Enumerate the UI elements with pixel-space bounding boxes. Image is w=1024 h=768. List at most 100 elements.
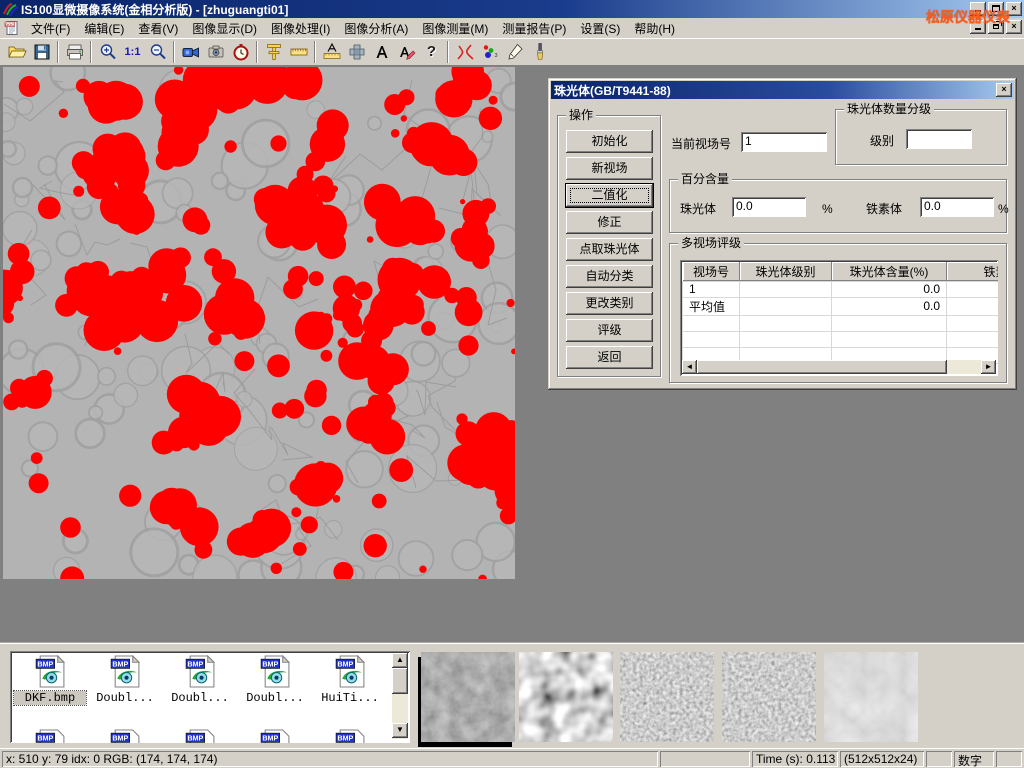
cell-grade[interactable] bbox=[740, 281, 832, 297]
col-pearlite-grade[interactable]: 珠光体级别 bbox=[740, 262, 832, 281]
thumbnail-5[interactable] bbox=[824, 652, 918, 742]
text-tool-button[interactable] bbox=[369, 40, 394, 64]
micrograph-image[interactable] bbox=[3, 67, 515, 579]
vscroll-thumb[interactable] bbox=[392, 668, 408, 694]
video-capture-button[interactable] bbox=[178, 40, 203, 64]
auto-classify-button[interactable]: 自动分类 bbox=[566, 265, 653, 288]
file-item-partial[interactable]: BMP bbox=[14, 729, 86, 743]
file-item-partial[interactable]: BMP bbox=[164, 729, 236, 743]
print-button[interactable] bbox=[62, 40, 87, 64]
help-button[interactable]: ? bbox=[419, 40, 444, 64]
help-icon: ? bbox=[427, 43, 436, 60]
thumbnail-3[interactable] bbox=[620, 652, 714, 742]
classify-tool-button[interactable]: 3 bbox=[477, 40, 502, 64]
pick-pearlite-button[interactable]: 点取珠光体 bbox=[566, 238, 653, 261]
col-pearlite-pct[interactable]: 珠光体含量(%) bbox=[832, 262, 947, 281]
grade-input[interactable] bbox=[906, 129, 972, 149]
menu-image-display[interactable]: 图像显示(D) bbox=[185, 18, 264, 39]
actual-size-button[interactable]: 1:1 bbox=[120, 40, 145, 64]
colored-dots-icon: 3 bbox=[480, 42, 500, 62]
current-view-input[interactable]: 1 bbox=[741, 132, 827, 152]
file-item[interactable]: BMP HuiTi... bbox=[314, 655, 386, 705]
hscroll-thumb[interactable] bbox=[697, 360, 947, 374]
table-hscrollbar[interactable]: ◄ ► bbox=[682, 360, 996, 374]
initialize-button[interactable]: 初始化 bbox=[566, 130, 653, 153]
thumbnail-4[interactable] bbox=[722, 652, 816, 742]
correct-button[interactable]: 修正 bbox=[566, 211, 653, 234]
menu-file[interactable]: 文件(F) bbox=[24, 18, 77, 39]
dialog-close-icon: × bbox=[1001, 84, 1006, 94]
col-ferrite[interactable]: 铁素体 bbox=[947, 262, 999, 281]
thumbnail-2[interactable] bbox=[519, 652, 613, 742]
file-name[interactable]: Doubl... bbox=[239, 691, 311, 705]
scroll-left-icon[interactable]: ◄ bbox=[682, 360, 697, 374]
menu-image-measure[interactable]: 图像测量(M) bbox=[415, 18, 495, 39]
ruler-button[interactable] bbox=[286, 40, 311, 64]
table-row[interactable]: 平均值 0.0 bbox=[683, 297, 999, 315]
close-button[interactable]: × bbox=[1006, 2, 1022, 16]
bmp-file-icon: BMP bbox=[109, 729, 142, 743]
col-field-no[interactable]: 视场号 bbox=[683, 262, 740, 281]
minimize-button[interactable] bbox=[970, 2, 986, 16]
zoom-out-button[interactable] bbox=[145, 40, 170, 64]
file-item[interactable]: BMP Doubl... bbox=[239, 655, 311, 705]
scroll-down-icon[interactable]: ▼ bbox=[392, 723, 408, 738]
open-button[interactable] bbox=[4, 40, 29, 64]
file-item[interactable]: BMP Doubl... bbox=[89, 655, 161, 705]
new-field-button[interactable]: 新视场 bbox=[566, 157, 653, 180]
snapshot-button[interactable] bbox=[203, 40, 228, 64]
file-item-partial[interactable]: BMP bbox=[314, 729, 386, 743]
menu-image-processing[interactable]: 图像处理(I) bbox=[264, 18, 337, 39]
cell-field-no[interactable]: 平均值 bbox=[683, 297, 740, 315]
file-name[interactable]: Doubl... bbox=[164, 691, 236, 705]
mdi-restore-button[interactable] bbox=[988, 20, 1004, 34]
timer-button[interactable] bbox=[228, 40, 253, 64]
cell-ferrite[interactable] bbox=[947, 297, 999, 315]
vscroll-track[interactable] bbox=[392, 694, 408, 723]
rate-button[interactable]: 评级 bbox=[566, 319, 653, 342]
caliper-button[interactable] bbox=[261, 40, 286, 64]
file-name[interactable]: DKF.bmp bbox=[14, 691, 86, 705]
mdi-close-button[interactable]: × bbox=[1006, 20, 1022, 34]
hscroll-track[interactable] bbox=[947, 360, 981, 374]
file-name[interactable]: HuiTi... bbox=[314, 691, 386, 705]
file-list-vscrollbar[interactable]: ▲ ▼ bbox=[392, 653, 408, 739]
menu-edit[interactable]: 编辑(E) bbox=[77, 18, 131, 39]
file-item[interactable]: BMP DKF.bmp bbox=[14, 655, 86, 705]
ferrite-percent-input[interactable]: 0.0 bbox=[920, 197, 994, 217]
menu-measure-report[interactable]: 测量报告(P) bbox=[495, 18, 573, 39]
mdi-minimize-button[interactable] bbox=[970, 20, 986, 34]
scroll-up-icon[interactable]: ▲ bbox=[392, 653, 408, 668]
file-item[interactable]: BMP Doubl... bbox=[164, 655, 236, 705]
cell-field-no[interactable]: 1 bbox=[683, 281, 740, 297]
annotate-tool-button[interactable] bbox=[394, 40, 419, 64]
pearlite-percent-input[interactable]: 0.0 bbox=[732, 197, 806, 217]
change-class-button[interactable]: 更改类别 bbox=[566, 292, 653, 315]
cell-grade[interactable] bbox=[740, 297, 832, 315]
scroll-right-icon[interactable]: ► bbox=[981, 360, 996, 374]
save-button[interactable] bbox=[29, 40, 54, 64]
binarize-button[interactable]: 二值化 bbox=[566, 184, 653, 207]
table-row[interactable]: 1 0.0 bbox=[683, 281, 999, 297]
dialog-close-button[interactable]: × bbox=[996, 83, 1012, 97]
file-name[interactable]: Doubl... bbox=[89, 691, 161, 705]
file-item-partial[interactable]: BMP bbox=[89, 729, 161, 743]
cell-pct[interactable]: 0.0 bbox=[832, 281, 947, 297]
measure-grid-button[interactable] bbox=[344, 40, 369, 64]
menu-view[interactable]: 查看(V) bbox=[131, 18, 185, 39]
pen-tool-button[interactable] bbox=[502, 40, 527, 64]
curve-tool-button[interactable] bbox=[452, 40, 477, 64]
menu-settings[interactable]: 设置(S) bbox=[573, 18, 627, 39]
menu-help[interactable]: 帮助(H) bbox=[627, 18, 682, 39]
return-button[interactable]: 返回 bbox=[566, 346, 653, 369]
zoom-in-button[interactable] bbox=[95, 40, 120, 64]
cell-pct[interactable]: 0.0 bbox=[832, 297, 947, 315]
dialog-title-bar[interactable]: 珠光体(GB/T9441-88) × bbox=[551, 81, 1014, 99]
cell-ferrite[interactable] bbox=[947, 281, 999, 297]
menu-image-analysis[interactable]: 图像分析(A) bbox=[337, 18, 415, 39]
file-item-partial[interactable]: BMP bbox=[239, 729, 311, 743]
brush-tool-button[interactable] bbox=[527, 40, 552, 64]
measure-text-button[interactable] bbox=[319, 40, 344, 64]
thumbnail-1[interactable] bbox=[421, 652, 515, 742]
maximize-button[interactable] bbox=[988, 2, 1004, 16]
